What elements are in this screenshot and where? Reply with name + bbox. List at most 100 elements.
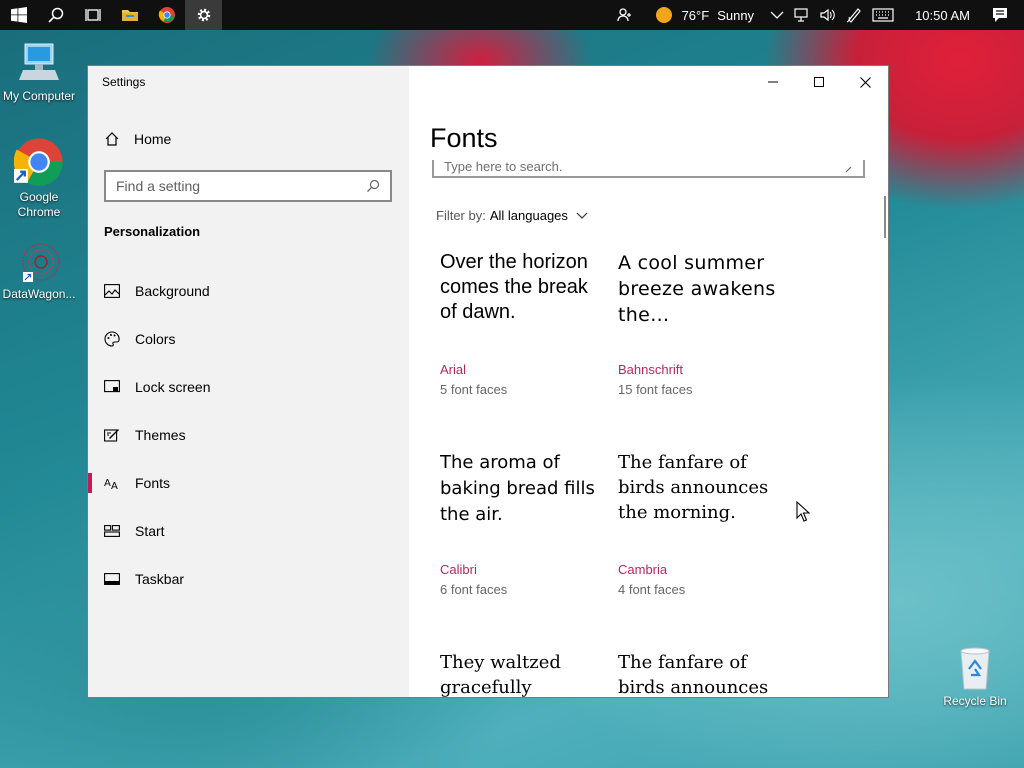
- desktop-icon-my-computer[interactable]: My Computer: [0, 40, 79, 104]
- network-icon: [794, 8, 808, 22]
- font-card-arial[interactable]: Over the horizon comes the break of dawn…: [440, 250, 600, 397]
- minimize-button[interactable]: [750, 66, 796, 98]
- pen-icon: [846, 8, 861, 23]
- window-title: Settings: [102, 75, 146, 89]
- notification-icon: [993, 8, 1007, 22]
- chevron-up-icon: [770, 11, 784, 19]
- filter-label: Filter by:: [436, 208, 486, 223]
- close-button[interactable]: [842, 66, 888, 98]
- scrollbar[interactable]: [884, 196, 886, 238]
- weather-widget[interactable]: 76°F Sunny: [650, 0, 759, 30]
- sidebar-item-lock-screen[interactable]: Lock screen: [88, 367, 409, 407]
- font-search-input[interactable]: [444, 160, 843, 174]
- desktop-icon-label: Google Chrome: [17, 190, 61, 219]
- start-button[interactable]: [0, 0, 37, 30]
- font-card-bahnschrift[interactable]: A cool summer breeze awakens the… Bahnsc…: [618, 250, 778, 397]
- action-center-button[interactable]: [980, 0, 1020, 30]
- chrome-icon: [158, 7, 175, 23]
- sidebar-item-label: Fonts: [135, 475, 171, 491]
- show-hidden-icons-button[interactable]: [765, 0, 789, 30]
- minimize-icon: [768, 81, 778, 83]
- find-setting-input[interactable]: [116, 178, 366, 194]
- section-title: Personalization: [104, 224, 201, 239]
- task-view-icon: [84, 9, 101, 21]
- network-button[interactable]: [789, 0, 815, 30]
- themes-icon: [104, 427, 120, 443]
- mouse-cursor-icon: [796, 501, 810, 522]
- clock[interactable]: 10:50 AM: [905, 0, 980, 30]
- sidebar-item-fonts[interactable]: AA Fonts: [88, 463, 409, 503]
- sidebar-item-themes[interactable]: Themes: [88, 415, 409, 455]
- main-content: Fonts Filter by: All languages Over the …: [409, 66, 888, 697]
- font-name: Calibri: [440, 562, 477, 577]
- speaker-icon: [820, 8, 835, 22]
- recycle-bin-icon: [960, 647, 990, 690]
- computer-icon: [19, 43, 59, 80]
- people-icon: [616, 8, 631, 22]
- folder-icon: [121, 10, 138, 21]
- pen-button[interactable]: [841, 0, 867, 30]
- people-button[interactable]: [610, 0, 640, 30]
- font-faces: 15 font faces: [618, 382, 693, 397]
- font-name: Cambria: [618, 562, 668, 577]
- desktop-icon-google-chrome[interactable]: Google Chrome: [0, 137, 79, 220]
- sidebar-item-start[interactable]: Start: [88, 511, 409, 551]
- touch-keyboard-button[interactable]: [867, 0, 899, 30]
- font-card-partial-1[interactable]: They waltzed gracefully: [440, 650, 600, 698]
- search-icon: [845, 166, 852, 173]
- windows-logo-icon: [10, 7, 27, 23]
- settings-window: Settings Home Personalization Background…: [87, 65, 889, 698]
- file-explorer-button[interactable]: [111, 0, 148, 30]
- font-faces: 4 font faces: [618, 582, 686, 597]
- font-card-calibri[interactable]: The aroma of baking bread fills the air.…: [440, 450, 600, 597]
- sidebar: Settings Home Personalization Background…: [88, 66, 409, 697]
- system-tray: 76°F Sunny 10:50 AM: [610, 0, 1024, 30]
- sidebar-home[interactable]: Home: [104, 128, 171, 150]
- font-card-partial-2[interactable]: The fanfare of birds announces: [618, 650, 778, 697]
- datawagon-icon: [22, 243, 60, 282]
- sidebar-item-label: Colors: [135, 331, 176, 347]
- desktop-icon-recycle-bin[interactable]: Recycle Bin: [935, 645, 1015, 709]
- chevron-down-icon: [576, 212, 588, 220]
- filter-dropdown[interactable]: Filter by: All languages: [436, 208, 588, 223]
- desktop-icon-label: Recycle Bin: [943, 694, 1007, 708]
- font-preview: A cool summer breeze awakens the…: [618, 252, 776, 326]
- gear-icon: [197, 8, 210, 22]
- desktop-icon-label: DataWagon...: [2, 287, 76, 301]
- sidebar-item-label: Lock screen: [135, 379, 211, 395]
- sidebar-item-colors[interactable]: Colors: [88, 319, 409, 359]
- font-name: Arial: [440, 362, 467, 377]
- font-preview: The fanfare of birds announces the morni…: [618, 452, 769, 523]
- palette-icon: [104, 331, 120, 347]
- sidebar-item-label: Background: [135, 283, 210, 299]
- maximize-button[interactable]: [796, 66, 842, 98]
- fonts-icon: AA: [104, 475, 120, 491]
- desktop-icon-datawagon[interactable]: DataWagon...: [0, 242, 79, 302]
- search-icon: [367, 179, 380, 192]
- taskbar: 76°F Sunny 10:50 AM: [0, 0, 1024, 30]
- sidebar-item-taskbar[interactable]: Taskbar: [88, 559, 409, 599]
- chrome-icon: [14, 138, 63, 186]
- maximize-icon: [814, 77, 824, 87]
- sidebar-item-background[interactable]: Background: [88, 271, 409, 311]
- sidebar-home-label: Home: [134, 131, 172, 147]
- font-search-box[interactable]: [432, 160, 865, 178]
- sidebar-item-label: Start: [135, 523, 165, 539]
- volume-button[interactable]: [815, 0, 841, 30]
- sidebar-item-label: Themes: [135, 427, 186, 443]
- search-button[interactable]: [37, 0, 74, 30]
- weather-temp: 76°F: [681, 7, 710, 23]
- weather-desc: Sunny: [717, 7, 755, 23]
- desktop-icon-label: My Computer: [2, 89, 76, 103]
- find-setting-search[interactable]: [104, 170, 392, 202]
- home-icon: [104, 131, 120, 147]
- chrome-taskbar-button[interactable]: [148, 0, 185, 30]
- search-icon: [47, 7, 63, 23]
- page-title: Fonts: [430, 123, 498, 153]
- font-preview: They waltzed gracefully: [440, 652, 561, 698]
- font-name: Bahnschrift: [618, 362, 684, 377]
- start-icon: [104, 523, 120, 539]
- font-card-cambria[interactable]: The fanfare of birds announces the morni…: [618, 450, 778, 597]
- task-view-button[interactable]: [74, 0, 111, 30]
- settings-taskbar-button[interactable]: [185, 0, 222, 30]
